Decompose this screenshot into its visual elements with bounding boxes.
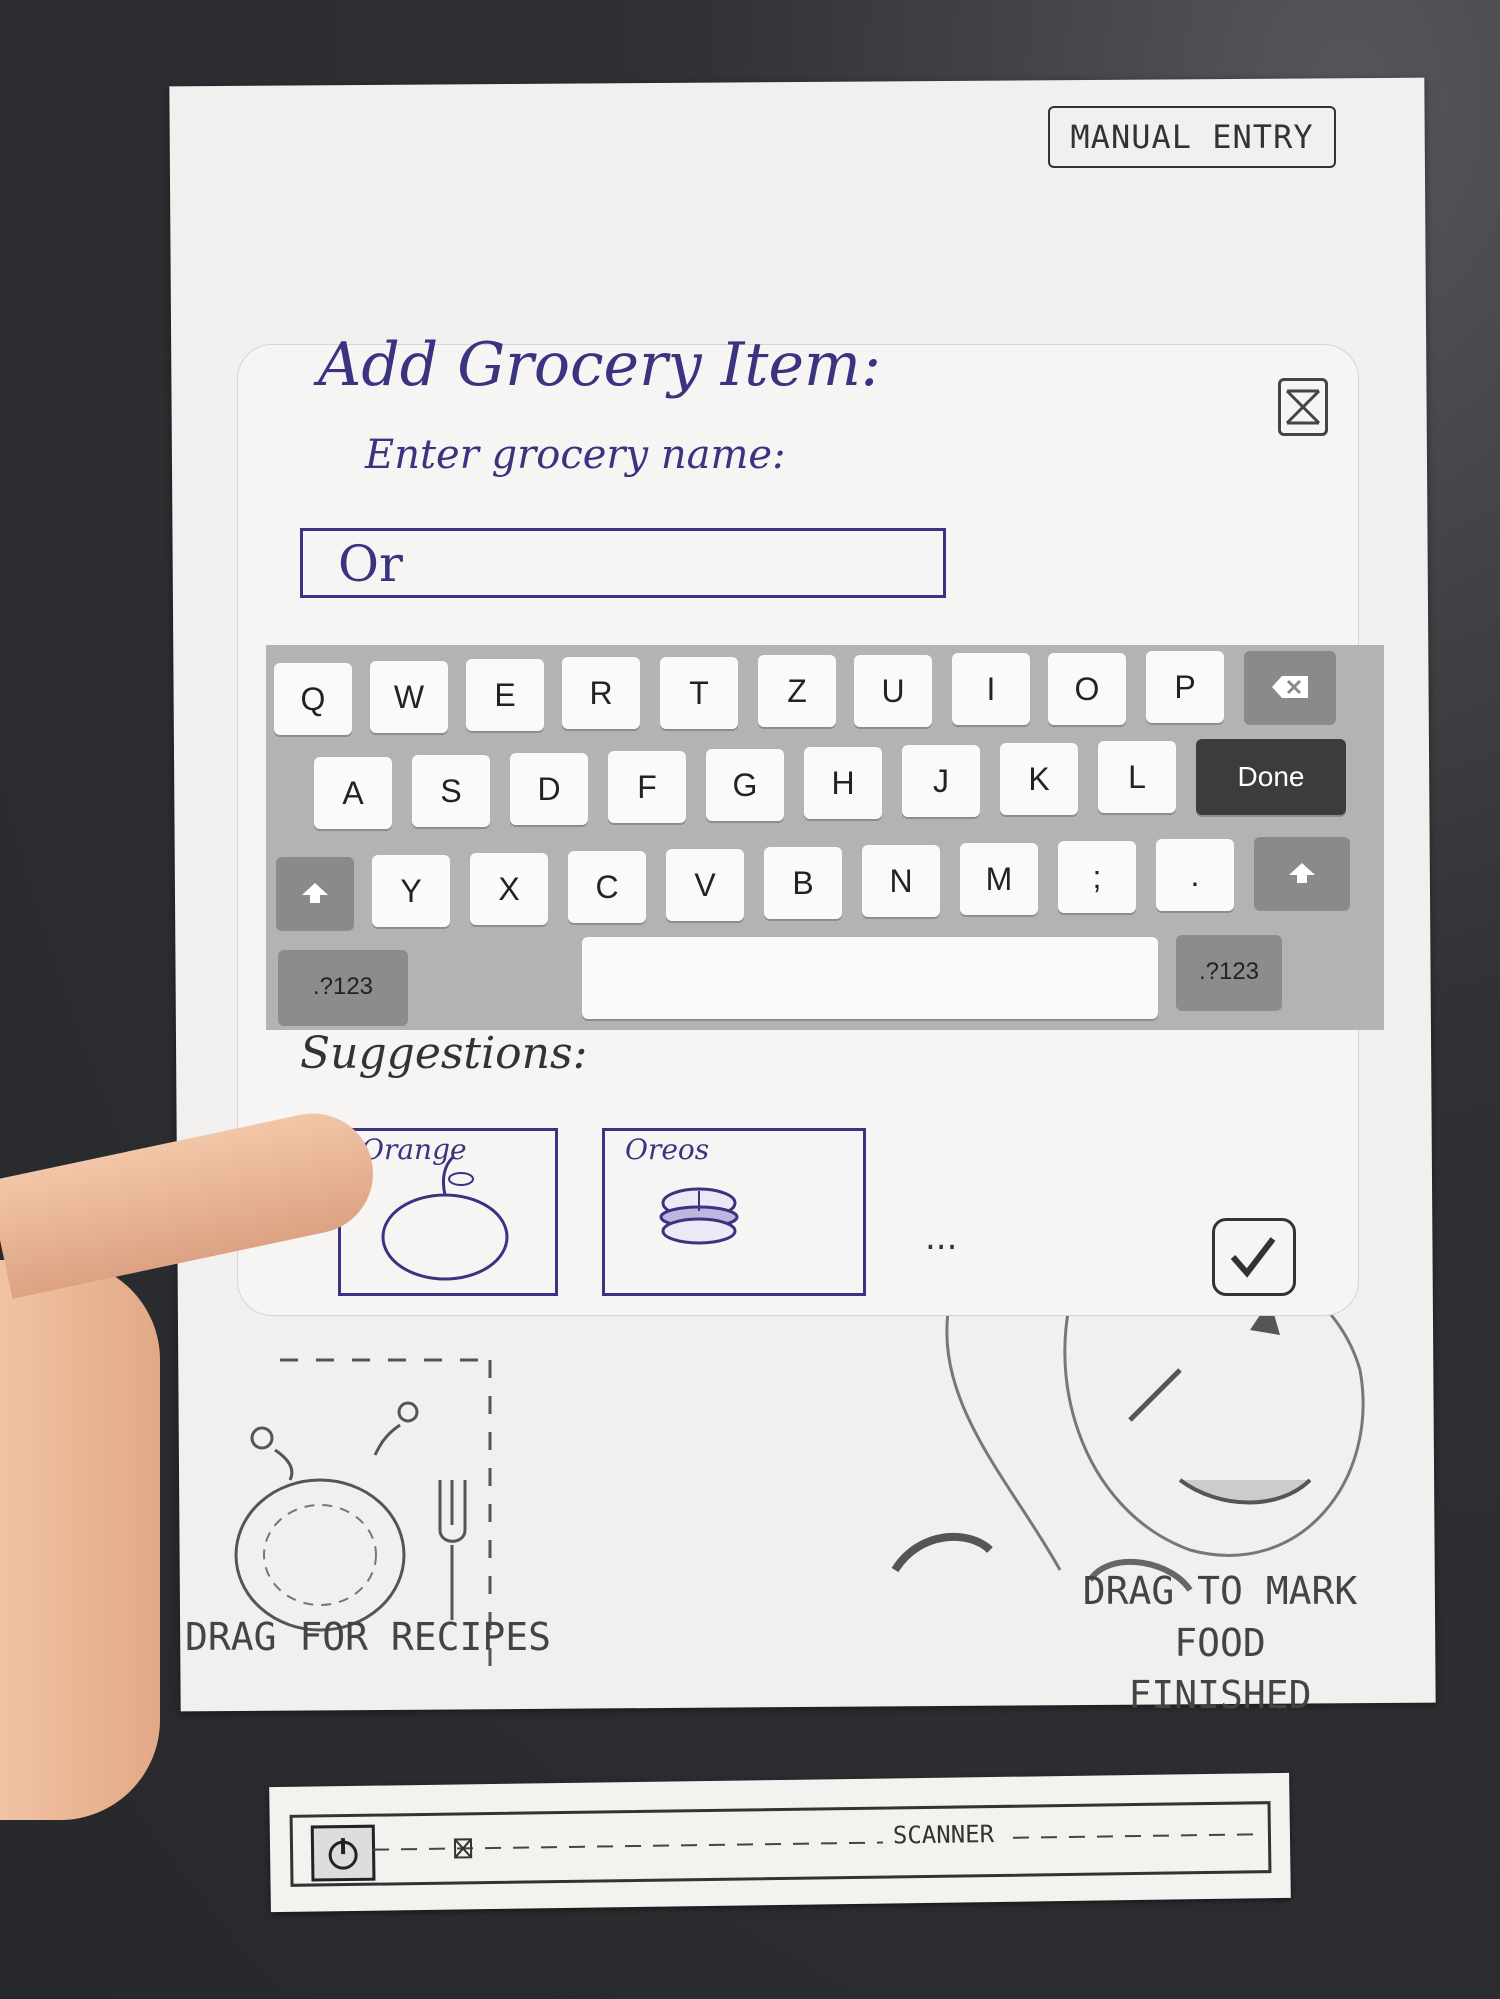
key-h[interactable]: H [804,747,882,819]
confirm-button[interactable] [1212,1218,1296,1296]
close-icon [1285,389,1321,425]
key-period[interactable]: . [1156,839,1234,911]
key-j[interactable]: J [902,745,980,817]
key-s[interactable]: S [412,755,490,827]
shift-left-key[interactable] [276,857,354,929]
key-f[interactable]: F [608,751,686,823]
suggestion-oreos[interactable]: Oreos [602,1128,866,1296]
key-d[interactable]: D [510,753,588,825]
finished-label-line2: FINISHED [1128,1673,1312,1717]
key-z[interactable]: Z [758,655,836,727]
oreos-icon [659,1187,739,1245]
key-q[interactable]: Q [274,663,352,735]
key-p[interactable]: P [1146,651,1224,723]
key-x[interactable]: X [470,853,548,925]
key-i[interactable]: I [952,653,1030,725]
manual-entry-button[interactable]: MANUAL ENTRY [1048,106,1336,168]
shift-right-key[interactable] [1254,837,1350,909]
key-a[interactable]: A [314,757,392,829]
key-b[interactable]: B [764,847,842,919]
dialog-subtitle: Enter grocery name: [365,432,786,478]
orange-icon [381,1155,509,1281]
grocery-name-input[interactable]: Or [300,528,946,598]
key-u[interactable]: U [854,655,932,727]
shift-icon [302,883,328,903]
dialog-title: Add Grocery Item: [318,330,882,400]
suggestions-label: Suggestions: [300,1028,588,1079]
grocery-name-value: Or [338,535,403,593]
key-r[interactable]: R [562,657,640,729]
space-key[interactable] [582,937,1158,1019]
key-y[interactable]: Y [372,855,450,927]
numbers-right-key[interactable]: .?123 [1176,935,1282,1009]
onscreen-keyboard: Q W E R T Z U I O P A S D F G H J K L Do… [266,645,1384,1030]
key-l[interactable]: L [1098,741,1176,813]
manual-entry-label: MANUAL ENTRY [1070,118,1314,156]
key-c[interactable]: C [568,851,646,923]
key-g[interactable]: G [706,749,784,821]
backspace-icon [1272,676,1308,698]
hand [0,1260,160,1820]
finished-label-line1: DRAG TO MARK FOOD [1082,1569,1358,1665]
close-button[interactable] [1278,378,1328,436]
scanner-track [373,1833,1253,1859]
numbers-left-key[interactable]: .?123 [278,950,408,1024]
key-semicolon[interactable]: ; [1058,841,1136,913]
key-o[interactable]: O [1048,653,1126,725]
checkmark-icon [1230,1237,1276,1278]
key-t[interactable]: T [660,657,738,729]
more-suggestions[interactable]: ... [925,1218,957,1258]
finished-drop-zone[interactable]: DRAG TO MARK FOOD FINISHED [1030,1565,1410,1721]
key-v[interactable]: V [666,849,744,921]
done-key[interactable]: Done [1196,739,1346,815]
suggestion-orange[interactable]: Orange [338,1128,558,1296]
backspace-key[interactable] [1244,651,1336,723]
shift-icon [1289,863,1315,883]
key-w[interactable]: W [370,661,448,733]
scanner-bar: SCANNER [269,1772,1291,1913]
key-n[interactable]: N [862,845,940,917]
scanner-label: SCANNER [892,1820,995,1850]
key-e[interactable]: E [466,659,544,731]
key-k[interactable]: K [1000,743,1078,815]
key-m[interactable]: M [960,843,1038,915]
recipes-label: DRAG FOR RECIPES [185,1615,552,1659]
scanner-frame: SCANNER [289,1801,1272,1887]
